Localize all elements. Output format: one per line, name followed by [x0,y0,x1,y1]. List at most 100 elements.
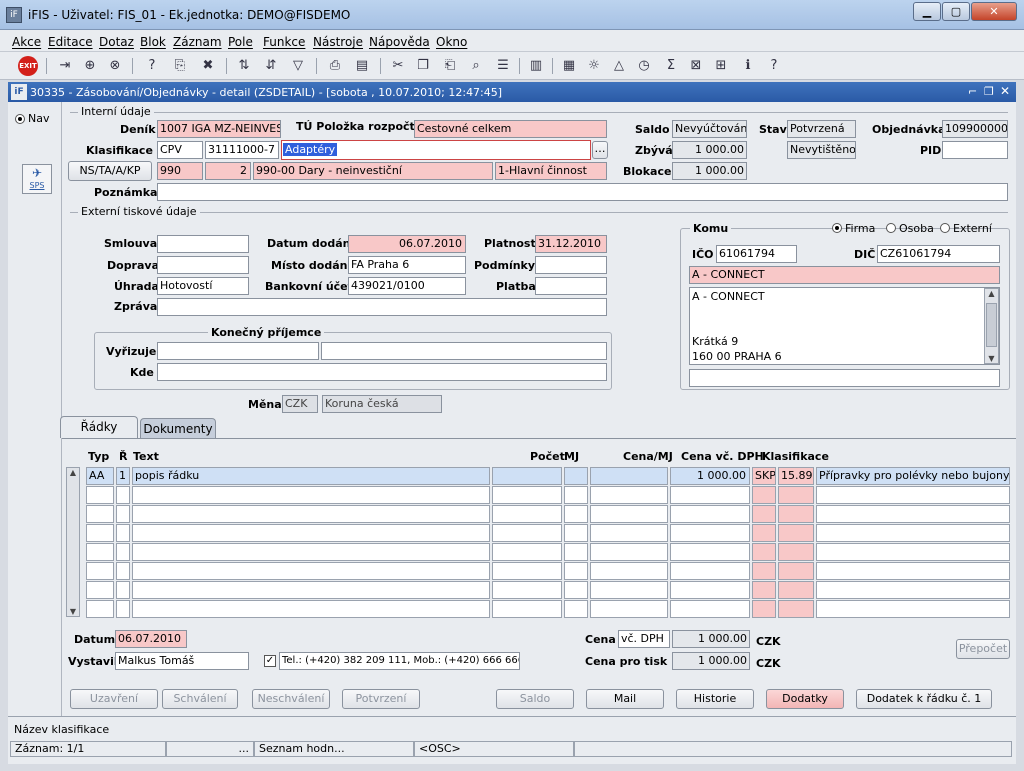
ns1-field[interactable]: 990 [157,162,203,180]
poznamka-field[interactable] [157,183,1008,201]
menu-blok[interactable]: Blok [140,35,166,49]
dodatek-radek-button[interactable]: Dodatek k řádku č. 1 [856,689,992,709]
close-button[interactable]: ✕ [971,2,1017,21]
grid-empty-cell[interactable] [86,543,114,561]
form-close-icon[interactable]: ✕ [1000,84,1010,98]
cancel-query-icon[interactable]: ✖ [198,56,218,76]
grid-empty-cell[interactable] [816,505,1010,523]
ucet-field[interactable]: 439021/0100 [348,277,466,295]
grid-empty-cell[interactable] [492,562,562,580]
grid-empty-cell[interactable] [752,600,776,618]
ns-button[interactable]: NS/TA/A/KP [68,161,152,181]
grid-empty-cell[interactable] [492,600,562,618]
grid-cell-r[interactable]: 1 [116,467,130,485]
kde-field[interactable] [157,363,607,381]
sort-asc-icon[interactable]: ⇅ [234,56,254,76]
ns2-field[interactable]: 2 [205,162,251,180]
cut-icon[interactable]: ✂ [388,56,408,76]
grid-empty-cell[interactable] [590,581,668,599]
grid-empty-cell[interactable] [590,524,668,542]
grid-empty-cell[interactable] [86,505,114,523]
datum-field[interactable]: 06.07.2010 [115,630,187,648]
grid-empty-cell[interactable] [752,505,776,523]
komu-extra-field[interactable] [689,369,1000,387]
settings-icon[interactable]: ☼ [584,56,604,76]
grid-empty-cell[interactable] [492,581,562,599]
form-minimize-icon[interactable]: ⌐ [968,85,977,98]
maximize-button[interactable]: ▢ [942,2,970,21]
address-scrollbar[interactable]: ▲ ▼ [984,288,999,364]
grid-empty-cell[interactable] [132,600,490,618]
grid-empty-cell[interactable] [816,543,1010,561]
nav-radio[interactable] [15,114,25,124]
delete-record-icon[interactable]: ⊗ [105,56,125,76]
tel-checkbox[interactable]: ✓ [264,655,276,667]
menu-nastroje[interactable]: Nástroje [313,35,363,49]
menu-napoveda[interactable]: Nápověda [369,35,430,49]
grid-scroll-down-icon[interactable]: ▼ [67,607,79,616]
exit-button[interactable]: EXIT [18,56,38,76]
smlouva-field[interactable] [157,235,249,253]
help-icon[interactable]: ? [764,56,784,76]
grid-empty-cell[interactable] [670,524,750,542]
platba-field[interactable] [535,277,607,295]
grid-empty-cell[interactable] [590,600,668,618]
grid-empty-cell[interactable] [492,524,562,542]
platnost-field[interactable]: 31.12.2010 [535,235,607,253]
grid-empty-cell[interactable] [86,581,114,599]
copy-icon[interactable]: ❐ [413,56,433,76]
tab-dokumenty[interactable]: Dokumenty [140,418,216,438]
grid-empty-cell[interactable] [132,486,490,504]
grid-empty-cell[interactable] [116,600,130,618]
pid-field[interactable] [942,141,1008,159]
datum-dodani-field[interactable]: 06.07.2010 [348,235,466,253]
potvrzeni-button[interactable]: Potvrzení [342,689,420,709]
grid-empty-cell[interactable] [670,505,750,523]
grid-empty-cell[interactable] [86,600,114,618]
grid-empty-cell[interactable] [778,581,814,599]
execute-query-icon[interactable]: ⎘ [170,56,190,76]
grid-cell-k3[interactable]: Přípravky pro polévky nebo bujony, přípr… [816,467,1010,485]
firma-nazev-field[interactable]: A - CONNECT [689,266,1000,284]
grid-empty-cell[interactable] [778,505,814,523]
columns-icon[interactable]: ▥ [526,56,546,76]
grid-scroll-up-icon[interactable]: ▲ [67,468,79,477]
externi-radio[interactable] [940,223,950,233]
clock-icon[interactable]: ◷ [634,56,654,76]
mail-button[interactable]: Mail [586,689,664,709]
query-icon[interactable]: ? [142,56,162,76]
sort-desc-icon[interactable]: ⇵ [261,56,281,76]
grid-empty-cell[interactable] [132,562,490,580]
menu-zaznam[interactable]: Záznam [173,35,222,49]
grid-empty-cell[interactable] [492,505,562,523]
grid-empty-cell[interactable] [564,600,588,618]
grid-empty-cell[interactable] [116,524,130,542]
klasifikace-nazev-field[interactable]: Adaptéry [281,140,591,160]
uhrada-field[interactable]: Hotovostí [157,277,249,295]
doprava-field[interactable] [157,256,249,274]
grid-empty-cell[interactable] [116,581,130,599]
menu-pole[interactable]: Pole [228,35,253,49]
grid-empty-cell[interactable] [564,543,588,561]
paste-icon[interactable]: ⎗ [440,56,460,76]
tel-field[interactable]: Tel.: (+420) 382 209 111, Mob.: (+420) 6… [279,652,520,670]
print-preview-icon[interactable]: ▤ [352,56,372,76]
grid-cell-typ[interactable]: AA [86,467,114,485]
calculator-icon[interactable]: ▦ [559,56,579,76]
menu-dotaz[interactable]: Dotaz [99,35,134,49]
vyrizuje1-field[interactable] [157,342,319,360]
grid-empty-cell[interactable] [86,524,114,542]
osoba-radio[interactable] [886,223,896,233]
ns3-field[interactable]: 990-00 Dary - neinvestiční [253,162,493,180]
grid-empty-cell[interactable] [752,581,776,599]
print-icon[interactable]: ⎙ [325,56,345,76]
grid-empty-cell[interactable] [590,562,668,580]
menu-editace[interactable]: Editace [48,35,93,49]
grid-empty-cell[interactable] [116,486,130,504]
dic-field[interactable]: CZ61061794 [877,245,1000,263]
chart-icon[interactable]: △ [609,56,629,76]
grid-empty-cell[interactable] [132,543,490,561]
grid-empty-cell[interactable] [670,562,750,580]
grid-empty-cell[interactable] [816,581,1010,599]
menu-funkce[interactable]: Funkce [263,35,305,49]
